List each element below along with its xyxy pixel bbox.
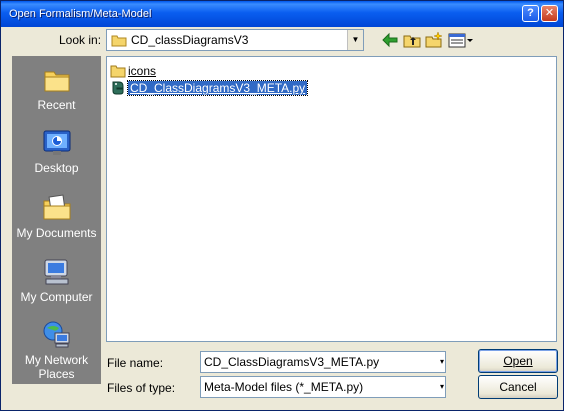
open-dialog: Open Formalism/Meta-Model ? ✕ Look in: C…	[0, 0, 564, 411]
file-type-label: Files of type:	[107, 381, 176, 395]
new-folder-icon[interactable]	[425, 31, 443, 49]
desktop-icon	[43, 130, 70, 155]
look-in-combobox[interactable]: CD_classDiagramsV3 ▼	[106, 29, 364, 51]
places-bar: Recent Desktop My Documents My Computer …	[12, 56, 101, 384]
view-menu-icon[interactable]	[448, 31, 474, 49]
back-arrow-icon[interactable]	[381, 31, 399, 49]
look-in-label: Look in:	[59, 33, 102, 47]
file-list[interactable]: icons CD_ClassDiagramsV3_META.py	[106, 56, 557, 342]
network-places-icon	[43, 321, 69, 348]
my-computer-icon	[44, 259, 68, 285]
file-name: icons	[128, 64, 157, 78]
chevron-down-icon[interactable]: ▼	[347, 30, 363, 50]
place-label: My Computer	[20, 290, 93, 304]
help-icon[interactable]: ?	[522, 5, 539, 22]
file-type-value: Meta-Model files (*_META.py)	[204, 380, 364, 394]
my-documents-icon	[43, 194, 70, 220]
place-recent[interactable]: Recent	[12, 64, 101, 112]
place-my-documents[interactable]: My Documents	[12, 192, 101, 240]
file-type-select[interactable]: Meta-Model files (*_META.py) ▾	[200, 376, 446, 398]
folder-icon	[111, 35, 127, 47]
folder-icon	[110, 65, 126, 78]
cancel-button-label: Cancel	[499, 380, 537, 394]
place-label: Recent	[37, 98, 76, 112]
python-file-icon	[112, 81, 124, 95]
file-name-label: File name:	[107, 356, 164, 370]
place-network[interactable]: My Network Places	[12, 319, 101, 381]
place-my-computer[interactable]: My Computer	[12, 256, 101, 304]
chevron-down-icon[interactable]: ▾	[439, 377, 445, 397]
place-label: Desktop	[34, 161, 79, 175]
chevron-down-icon[interactable]: ▾	[439, 352, 445, 372]
file-name: CD_ClassDiagramsV3_META.py	[126, 80, 309, 96]
cancel-button[interactable]: Cancel	[478, 375, 558, 399]
close-icon[interactable]: ✕	[541, 5, 558, 22]
up-folder-icon[interactable]	[403, 31, 421, 49]
look-in-value: CD_classDiagramsV3	[131, 33, 249, 47]
place-label: My Documents	[16, 226, 97, 240]
open-button[interactable]: Open	[478, 349, 558, 373]
title-bar[interactable]: Open Formalism/Meta-Model ? ✕	[1, 1, 563, 27]
place-label-line1: My Network	[24, 353, 89, 367]
window-title: Open Formalism/Meta-Model	[9, 8, 152, 20]
recent-folder-icon	[44, 71, 69, 92]
place-label-line2: Places	[38, 367, 75, 381]
open-button-label: Open	[503, 354, 533, 368]
file-name-value: CD_ClassDiagramsV3_META.py	[204, 355, 380, 369]
file-name-field[interactable]: CD_ClassDiagramsV3_META.py ▾	[200, 351, 446, 373]
place-desktop[interactable]: Desktop	[12, 127, 101, 175]
